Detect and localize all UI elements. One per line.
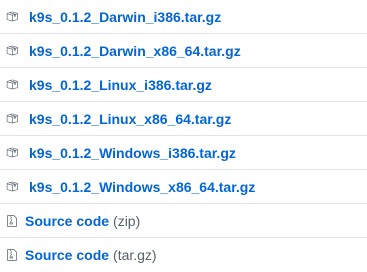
package-icon xyxy=(6,44,18,58)
file-zip-icon xyxy=(6,248,18,262)
source-code-ext: (tar.gz) xyxy=(113,247,157,263)
package-icon xyxy=(6,146,18,160)
asset-name[interactable]: k9s_0.1.2_Linux_x86_64.tar.gz xyxy=(29,111,231,127)
package-icon xyxy=(6,180,18,194)
asset-row[interactable]: k9s_0.1.2_Windows_i386.tar.gz xyxy=(0,136,367,170)
asset-name[interactable]: k9s_0.1.2_Windows_x86_64.tar.gz xyxy=(29,179,255,195)
source-code-label[interactable]: Source code xyxy=(25,247,109,263)
file-zip-icon xyxy=(6,214,18,228)
source-row[interactable]: Source code (tar.gz) xyxy=(0,238,367,272)
package-icon xyxy=(6,10,18,24)
asset-name[interactable]: k9s_0.1.2_Windows_i386.tar.gz xyxy=(29,145,236,161)
asset-row[interactable]: k9s_0.1.2_Darwin_i386.tar.gz xyxy=(0,0,367,34)
asset-name[interactable]: k9s_0.1.2_Darwin_x86_64.tar.gz xyxy=(29,43,241,59)
source-code-label[interactable]: Source code xyxy=(25,213,109,229)
asset-name[interactable]: k9s_0.1.2_Linux_i386.tar.gz xyxy=(29,77,212,93)
asset-row[interactable]: k9s_0.1.2_Windows_x86_64.tar.gz xyxy=(0,170,367,204)
source-row[interactable]: Source code (zip) xyxy=(0,204,367,238)
asset-row[interactable]: k9s_0.1.2_Linux_i386.tar.gz xyxy=(0,68,367,102)
asset-row[interactable]: k9s_0.1.2_Linux_x86_64.tar.gz xyxy=(0,102,367,136)
package-icon xyxy=(6,112,18,126)
asset-name[interactable]: k9s_0.1.2_Darwin_i386.tar.gz xyxy=(29,9,221,25)
release-assets-list: k9s_0.1.2_Darwin_i386.tar.gz k9s_0.1.2_D… xyxy=(0,0,367,271)
package-icon xyxy=(6,78,18,92)
asset-row[interactable]: k9s_0.1.2_Darwin_x86_64.tar.gz xyxy=(0,34,367,68)
source-code-ext: (zip) xyxy=(113,212,141,229)
